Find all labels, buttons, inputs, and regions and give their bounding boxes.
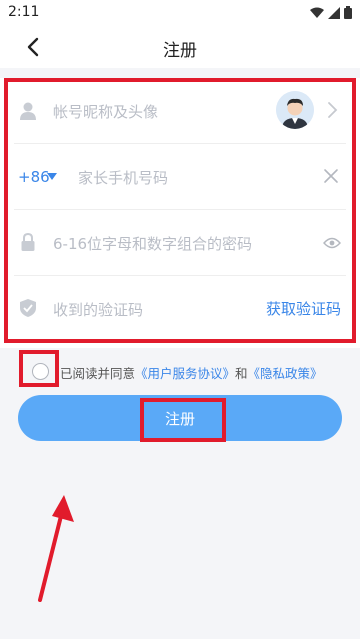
- status-icons: [310, 6, 352, 19]
- verification-row: 收到的验证码 获取验证码: [0, 276, 360, 342]
- user-agreement-link[interactable]: 《用户服务协议》: [135, 366, 235, 381]
- password-input[interactable]: 6-16位字母和数字组合的密码: [53, 233, 252, 254]
- verification-code-input[interactable]: 收到的验证码: [53, 299, 143, 320]
- phone-row: +86 家长手机号码: [0, 144, 360, 210]
- password-row: 6-16位字母和数字组合的密码: [0, 210, 360, 276]
- chevron-right-icon: [328, 102, 338, 118]
- status-time: 2:11: [8, 4, 40, 20]
- registration-form: 帐号昵称及头像 +86 家长手机号码 6-16位字母和数字组合的密码 收到的验证…: [0, 78, 360, 348]
- avatar[interactable]: [276, 91, 314, 129]
- country-code-selector[interactable]: +86: [18, 168, 50, 186]
- phone-input[interactable]: 家长手机号码: [78, 167, 168, 188]
- shield-icon: [20, 299, 36, 317]
- agreement-text: 已阅读并同意《用户服务协议》和《隐私政策》: [60, 363, 323, 382]
- privacy-policy-link[interactable]: 《隐私政策》: [248, 366, 323, 381]
- caret-down-icon[interactable]: [47, 173, 57, 180]
- nav-bar: 注册: [0, 26, 360, 68]
- agreement-conjunction: 和: [235, 366, 248, 381]
- annotation-arrow-icon: [38, 495, 74, 602]
- status-bar: 2:11: [0, 0, 360, 26]
- user-icon: [20, 102, 36, 120]
- clear-icon[interactable]: [323, 168, 339, 184]
- avatar-image: [276, 91, 314, 129]
- wifi-icon: [310, 7, 324, 18]
- lock-icon: [21, 232, 35, 251]
- agreement-checkbox[interactable]: [32, 363, 49, 380]
- agreement-prefix: 已阅读并同意: [60, 366, 136, 381]
- signal-icon: [328, 6, 340, 19]
- nickname-input[interactable]: 帐号昵称及头像: [53, 101, 158, 122]
- battery-icon: [344, 6, 352, 19]
- nickname-row[interactable]: 帐号昵称及头像: [0, 78, 360, 144]
- agreement-row: 已阅读并同意《用户服务协议》和《隐私政策》: [0, 355, 360, 385]
- get-code-button[interactable]: 获取验证码: [266, 298, 341, 319]
- register-button-label: 注册: [164, 410, 195, 428]
- page-title: 注册: [163, 41, 197, 61]
- register-button[interactable]: 注册: [18, 395, 342, 441]
- eye-icon[interactable]: [323, 236, 341, 250]
